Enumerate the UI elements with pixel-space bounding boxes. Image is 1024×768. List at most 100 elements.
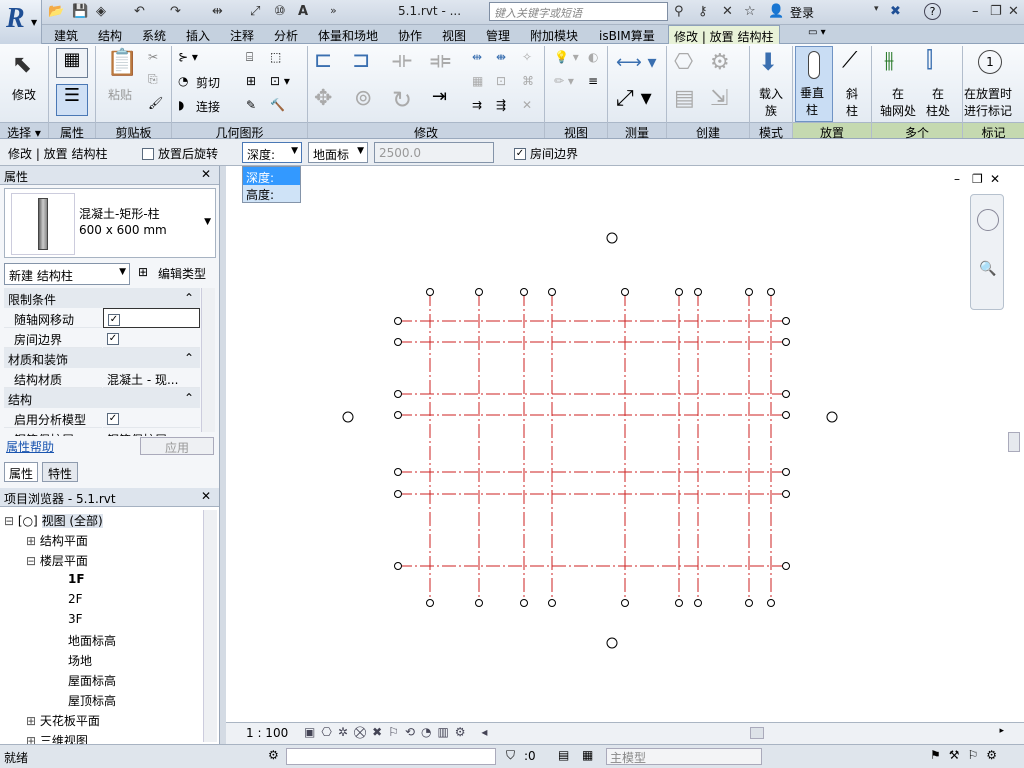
drawing-canvas[interactable]: – ❐ ✕ 🔍 [226,166,1024,722]
align-icon[interactable]: ⊏ [314,48,332,73]
at-grids-icon[interactable]: ⫵ [884,48,894,73]
load-family-button[interactable]: 载入族 [759,86,783,120]
at-grids-button[interactable]: 在轴网处 [880,86,916,120]
vertical-column-button[interactable]: 垂直柱 [795,46,833,122]
cut-geometry-button[interactable]: 剪切 [196,74,220,91]
room-bounding-prop-checkbox[interactable]: ✓ [107,332,119,345]
option-depth[interactable]: 深度: [243,167,300,185]
canvas-vscroll[interactable] [1008,432,1020,452]
grid-head-bubble[interactable] [675,288,683,296]
close-icon[interactable]: ✕ [1008,4,1019,20]
close-browser-icon[interactable]: ✕ [201,489,211,503]
match-properties-icon[interactable]: 🖌 [148,96,163,110]
demolish-icon[interactable]: ⊡ ▾ [270,74,290,88]
expand-icon[interactable]: ⊞ [26,714,36,728]
grid-head-bubble[interactable] [394,338,402,346]
depth-height-select[interactable]: 深度: ▼ [242,142,302,163]
slanted-column-icon[interactable]: ⟋ [842,48,857,73]
workset-select[interactable] [286,748,496,765]
selection-filter-icons[interactable]: ⚑⚒⚐⚙ [930,748,1005,762]
close-properties-icon[interactable]: ✕ [201,167,211,181]
trim-icon[interactable]: ⇥ [432,86,447,107]
tab-analyze[interactable]: 分析 [274,27,298,44]
properties-scrollbar[interactable] [201,288,215,432]
trim-multi-icon[interactable]: ⇶ [496,98,506,112]
redo-icon[interactable]: ↷ [170,4,181,20]
design-options-icon[interactable]: ▤ [558,748,569,762]
grid-head-bubble[interactable] [394,317,402,325]
binoculars-icon[interactable]: ⚲ [674,4,684,20]
join-icon[interactable]: ◗ [178,98,184,112]
grid-head-bubble[interactable] [548,288,556,296]
tree-item-roof-top-level[interactable]: 屋顶标高 [68,692,116,709]
grid-head-bubble[interactable] [394,411,402,419]
tab-systems[interactable]: 系统 [142,27,166,44]
tag-icon[interactable]: ⑩ [274,4,286,20]
grid-head-bubble[interactable] [520,288,528,296]
aligned-dimension-icon[interactable]: ⤢ ▾ [616,86,652,111]
type-selector[interactable]: 混凝土-矩形-柱 600 x 600 mm ▼ [4,188,216,258]
grid-head-bubble[interactable] [782,490,790,498]
grid-head-bubble[interactable] [394,562,402,570]
login-dropdown-icon[interactable]: ▾ [874,4,879,20]
ribbon-toggle-icon[interactable]: ▭ ▾ [808,27,826,38]
tag-on-placement-icon[interactable]: 1 [978,50,1002,74]
expand-icon[interactable]: ⊞ [26,734,36,744]
section-structural[interactable]: 结构 ⌃ [4,388,200,408]
room-bounding-checkbox[interactable]: ✓ [514,146,526,160]
grid-head-bubble[interactable] [782,317,790,325]
structural-material-value[interactable]: 混凝土 - 现... [103,368,200,388]
worksets-icon[interactable]: ⚙ [268,748,279,762]
edit-type-icon[interactable]: ⊞ [138,265,148,279]
paint-icon[interactable]: ✎ [246,98,256,112]
application-menu-button[interactable]: R ▼ [0,0,42,44]
tab-properties-panel[interactable]: 属性 [4,462,38,482]
tree-item-1f[interactable]: 1F [68,572,85,586]
tree-item-views[interactable]: ⊟ [○] 视图 (全部) [4,512,103,529]
tree-item-floor-plans[interactable]: ⊟ 楼层平面 [26,552,88,569]
grid-head-bubble[interactable] [694,599,702,607]
grid-head-bubble[interactable] [745,288,753,296]
tree-item-3d-views[interactable]: ⊞ 三维视图 [26,732,88,744]
tab-structure[interactable]: 结构 [98,27,122,44]
grid-head-bubble[interactable] [675,599,683,607]
tab-isbim[interactable]: isBIM算量 [599,27,655,44]
hscroll-right-icon[interactable]: ▸ [999,726,1004,736]
grid-head-bubble[interactable] [782,390,790,398]
tree-item-roof-level[interactable]: 屋面标高 [68,672,116,689]
split-gap-icon[interactable]: ⇼ [496,50,506,64]
split-face-icon[interactable]: ⬚ [270,50,281,64]
tab-manage[interactable]: 管理 [486,27,510,44]
design-option-select[interactable]: 主模型 [606,748,762,765]
join-button[interactable]: 连接 [196,98,220,115]
modify-cursor-icon[interactable]: ⬉ [12,50,32,78]
help-button[interactable]: ? [924,3,941,20]
grid-head-bubble[interactable] [548,599,556,607]
select-panel-label[interactable]: 选择 ▾ [0,122,48,140]
section-materials[interactable]: 材质和装饰 ⌃ [4,348,200,368]
tab-massing-site[interactable]: 体量和场地 [318,27,378,44]
canvas-hscroll[interactable] [750,727,764,739]
tree-item-3f[interactable]: 3F [68,612,83,626]
save-icon[interactable]: 💾 [72,4,88,20]
more-icon[interactable]: » [330,4,337,20]
grid-head-bubble[interactable] [782,338,790,346]
collapse-icon[interactable]: ⊟ [4,514,14,528]
open-icon[interactable]: 📂 [48,4,64,20]
grid-head-bubble[interactable] [767,288,775,296]
thin-lines-icon[interactable]: ≡ [588,74,598,88]
properties-icon[interactable]: ☰ [56,84,88,116]
grid-head-bubble[interactable] [782,562,790,570]
cut-geometry-icon[interactable]: ◔ [178,74,188,88]
grid-head-bubble[interactable] [621,288,629,296]
grid-head-bubble[interactable] [782,411,790,419]
view-scale[interactable]: 1 : 100 [246,726,288,740]
sync-icon[interactable]: ◈ [96,4,106,20]
subscription-icon[interactable]: ✕ [722,4,733,20]
grid-head-bubble[interactable] [426,599,434,607]
analytical-model-checkbox[interactable]: ✓ [107,412,119,425]
section-constraints[interactable]: 限制条件 ⌃ [4,288,200,308]
grid-head-bubble[interactable] [520,599,528,607]
beam-join-icon[interactable]: ⊞ [246,74,256,88]
dimension-icon[interactable]: ⤢ [250,4,260,20]
